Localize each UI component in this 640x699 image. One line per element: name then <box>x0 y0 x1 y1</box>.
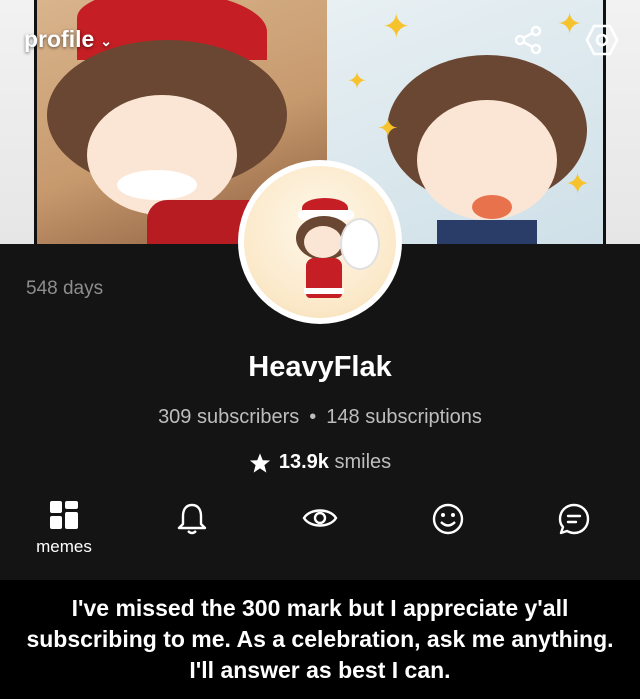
tab-memes-label: memes <box>36 537 92 556</box>
comment-icon <box>558 503 590 535</box>
username: HeavyFlak <box>248 351 392 383</box>
subscriptions-count[interactable]: 148 subscriptions <box>326 406 482 428</box>
subscription-stats: 309 subscribers • 148 subscriptions <box>0 406 640 429</box>
tab-memes[interactable]: memes <box>24 500 104 557</box>
profile-label: profile <box>24 26 95 52</box>
account-age: 548 days <box>26 278 104 299</box>
hexagon-settings-icon[interactable] <box>584 22 620 58</box>
avatar[interactable] <box>238 160 402 324</box>
grid-icon <box>50 501 78 529</box>
share-icon[interactable] <box>510 22 546 58</box>
bell-icon <box>177 503 207 535</box>
eye-icon <box>302 509 338 527</box>
smiles-count: 13.9k <box>278 451 329 473</box>
subscribers-count[interactable]: 309 subscribers <box>158 406 299 428</box>
tab-viewed[interactable] <box>280 504 360 537</box>
smile-icon <box>432 503 464 535</box>
smiles-stat: 13.9k smiles <box>0 451 640 474</box>
tab-notifications[interactable] <box>152 502 232 541</box>
tab-comments[interactable] <box>534 502 614 541</box>
tab-smiles[interactable] <box>408 502 488 541</box>
profile-tabs: memes <box>0 496 640 580</box>
smiles-label: smiles <box>334 451 392 473</box>
chevron-down-icon: ⌄ <box>100 33 113 49</box>
meme-caption: I've missed the 300 mark but I appreciat… <box>0 580 640 699</box>
profile-switcher[interactable]: profile ⌄ <box>24 26 112 53</box>
star-icon <box>249 452 270 473</box>
avatar-image <box>244 166 396 318</box>
stats-separator: • <box>309 406 317 428</box>
